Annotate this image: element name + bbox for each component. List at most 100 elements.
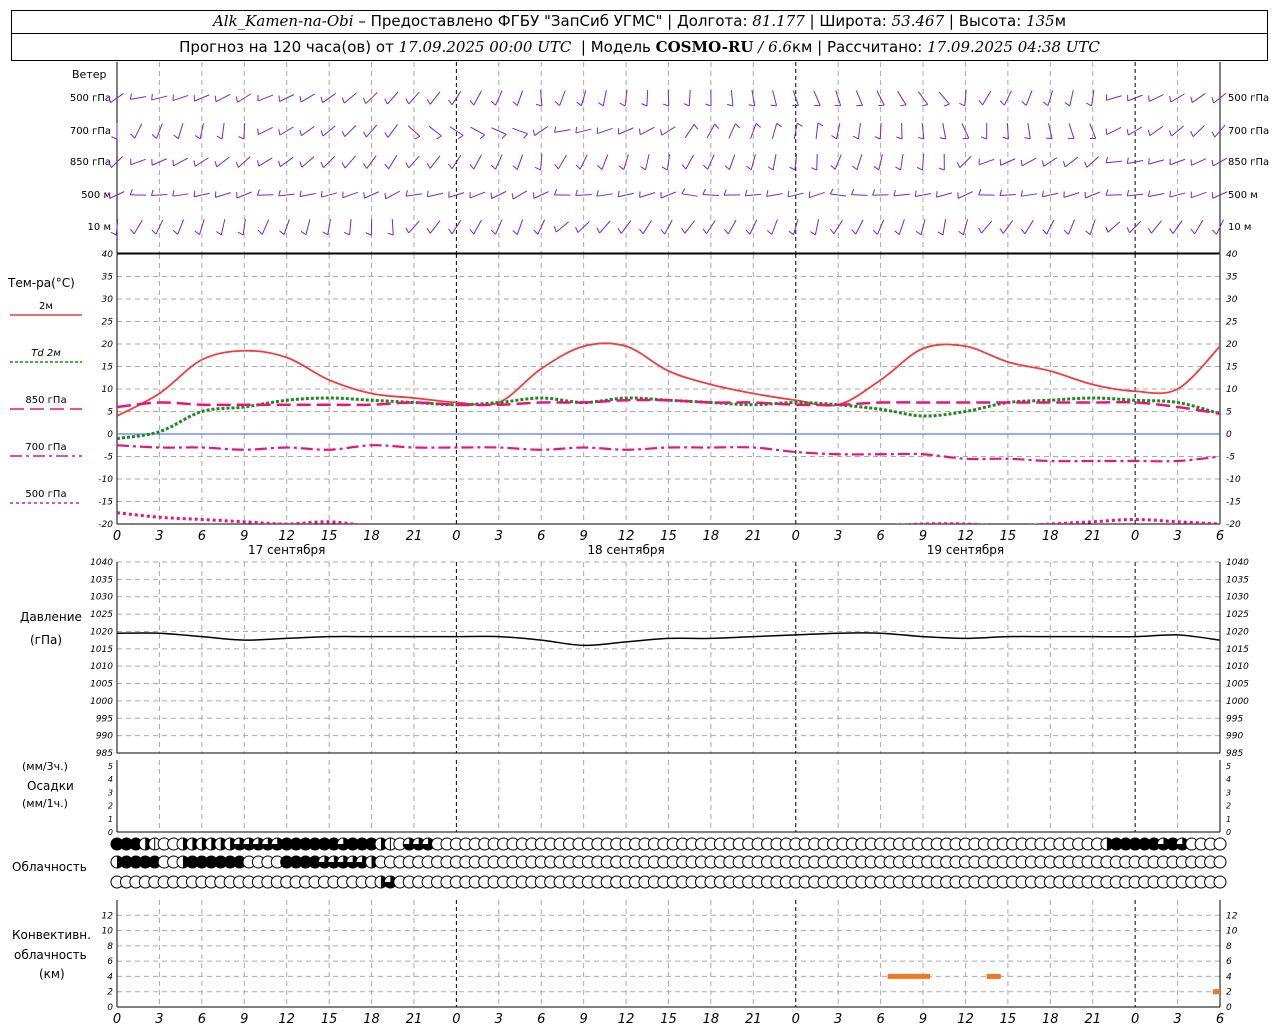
wind-barb-feather xyxy=(596,190,599,197)
wind-barb-feather xyxy=(894,230,900,235)
pressure-ytick-label: 985 xyxy=(96,749,113,759)
wind-barb-feather xyxy=(214,95,217,102)
wind-barb-feather xyxy=(1148,190,1151,197)
pressure-ytick-label-right: 1025 xyxy=(1226,610,1249,620)
wind-barb-feather xyxy=(999,189,1003,196)
pressure-ytick-label-right: 1020 xyxy=(1226,627,1249,637)
wind-barb-feather xyxy=(257,229,263,235)
wind-barb xyxy=(915,192,931,198)
wind-barb-feather xyxy=(110,231,117,236)
wind-barb-feather xyxy=(1105,156,1108,164)
wind-barb xyxy=(537,219,546,235)
wind-barb xyxy=(199,219,205,235)
wind-barb xyxy=(257,94,274,102)
wind-barb-feather xyxy=(641,103,648,107)
wind-level-label-right: 10 м xyxy=(1228,222,1251,233)
wind-barb-feather xyxy=(683,103,690,107)
wind-barb-feather xyxy=(1063,229,1069,235)
wind-barb xyxy=(130,158,146,166)
wind-barb-feather xyxy=(193,160,196,167)
wind-level-label: 700 гПа xyxy=(70,126,111,137)
wind-barb-feather xyxy=(341,162,346,169)
wind-barb xyxy=(646,89,649,107)
wind-barb-feather xyxy=(851,165,858,171)
wind-barb xyxy=(900,154,904,170)
wind-barb xyxy=(343,92,357,104)
wind-barb-feather xyxy=(575,226,579,233)
wind-barb-feather xyxy=(1126,227,1131,233)
pressure-ytick-label-right: 1040 xyxy=(1226,558,1249,568)
wind-barb xyxy=(258,126,273,136)
wind-barb-feather xyxy=(405,227,410,234)
temp-tick-label: 0 xyxy=(1131,529,1139,544)
wind-barb-feather xyxy=(512,230,518,235)
wind-barb-feather xyxy=(1020,159,1023,166)
wind-barb-feather xyxy=(660,229,666,235)
wind-barb-feather xyxy=(320,96,324,103)
wind-barb xyxy=(387,124,398,138)
wind-barb-feather xyxy=(341,97,345,104)
wind-barb-feather xyxy=(850,188,855,195)
pressure-ytick-label-right: 990 xyxy=(1226,732,1243,742)
temp-tick-label: 15 xyxy=(660,529,677,544)
wind-barb-feather xyxy=(830,164,836,170)
wind-barb-feather xyxy=(705,103,712,107)
wind-barb xyxy=(451,155,462,169)
pressure-ytick-label-right: 1015 xyxy=(1226,645,1249,655)
conv-ytick-label-right: 4 xyxy=(1226,972,1232,982)
temp-ytick-label: 30 xyxy=(102,295,114,305)
wind-barb xyxy=(1169,192,1186,198)
wind-barb xyxy=(857,123,861,139)
wind-barb-feather xyxy=(405,98,410,105)
wind-barb xyxy=(215,192,231,198)
wind-barb xyxy=(702,193,719,197)
wind-barb-feather xyxy=(362,97,367,104)
temp-legend-label: 850 гПа xyxy=(25,395,66,406)
temp-ytick-label: -20 xyxy=(98,520,113,530)
wind-barb xyxy=(942,219,947,235)
temp-ytick-label-right: 25 xyxy=(1226,318,1238,328)
wind-barb xyxy=(728,154,736,170)
wind-barb-feather xyxy=(1169,95,1172,103)
wind-barb-feather xyxy=(457,134,464,140)
wind-barb xyxy=(555,221,569,233)
pressure-ytick-label-right: 1030 xyxy=(1226,593,1249,603)
wind-barb-feather xyxy=(1169,228,1174,234)
temp-tick-label: 6 xyxy=(198,529,206,544)
precip-ytick-label: 2 xyxy=(108,802,113,811)
wind-barb xyxy=(473,154,482,170)
wind-barb xyxy=(962,219,969,235)
wind-barb xyxy=(221,123,225,139)
conv-tick-label: 6 xyxy=(1216,1012,1224,1024)
wind-barb xyxy=(469,191,486,199)
precip-ytick-label: 0 xyxy=(108,828,113,837)
temp-tick-label: 9 xyxy=(240,529,248,544)
wind-barb-feather xyxy=(723,229,729,235)
pressure-ytick-label-right: 1005 xyxy=(1226,680,1249,690)
wind-barb xyxy=(1149,125,1164,137)
wind-barb-feather xyxy=(1126,157,1129,164)
day-label: 18 сентября xyxy=(587,543,664,557)
wind-barb xyxy=(349,218,352,236)
temp-ytick-label: -5 xyxy=(104,453,113,463)
wind-barb xyxy=(342,191,359,199)
wind-barb-feather xyxy=(343,231,350,236)
wind-barb-feather xyxy=(1042,229,1048,235)
wind-barb-feather xyxy=(448,163,453,170)
wind-barb-feather xyxy=(511,193,514,200)
wind-barb-feather xyxy=(235,96,238,103)
temp-ytick-label: 15 xyxy=(102,363,114,373)
wind-barb xyxy=(745,193,762,197)
wind-barb-feather xyxy=(1084,161,1088,168)
wind-barb xyxy=(155,219,164,235)
pressure-ytick-label: 995 xyxy=(96,714,113,724)
temp-ytick-label: 40 xyxy=(102,250,114,260)
wind-level-label: 850 гПа xyxy=(70,157,111,168)
wind-barb-feather xyxy=(829,228,835,235)
temp-ytick-label: -10 xyxy=(98,475,113,485)
wind-barb xyxy=(684,124,695,138)
wind-barb-feather xyxy=(448,228,453,235)
wind-barb-feather xyxy=(1105,226,1109,233)
wind-barb-feather xyxy=(278,95,280,102)
wind-barb xyxy=(577,221,590,233)
